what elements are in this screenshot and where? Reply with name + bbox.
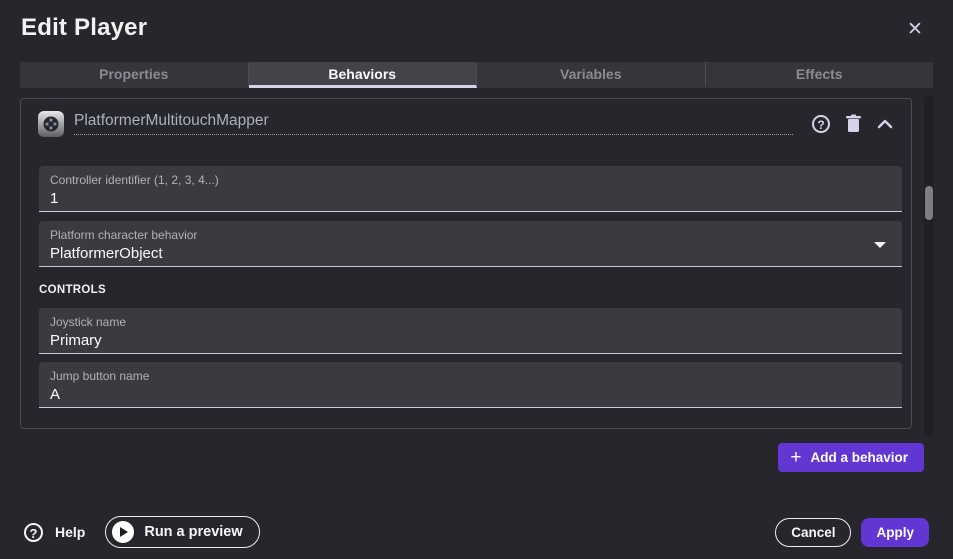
scrollbar-thumb[interactable]: [925, 186, 933, 220]
help-circle-icon: ?: [24, 523, 43, 542]
add-behavior-label: Add a behavior: [810, 450, 908, 465]
field-label: Jump button name: [50, 369, 890, 383]
help-label: Help: [55, 524, 85, 540]
run-preview-button[interactable]: Run a preview: [105, 516, 259, 548]
gamepad-icon: [38, 111, 64, 137]
behavior-name-input[interactable]: PlatformerMultitouchMapper: [74, 112, 793, 135]
add-behavior-button[interactable]: + Add a behavior: [778, 443, 924, 472]
footer-bar: ? Help Run a preview Cancel Apply: [24, 516, 929, 548]
play-icon: [112, 521, 134, 543]
field-label: Controller identifier (1, 2, 3, 4...): [50, 173, 890, 187]
behavior-header-actions: ?: [809, 112, 897, 136]
trash-icon[interactable]: [841, 112, 865, 136]
controller-identifier-field[interactable]: Controller identifier (1, 2, 3, 4...) 1: [39, 166, 902, 212]
chevron-down-icon: [874, 242, 886, 248]
run-preview-label: Run a preview: [144, 524, 242, 540]
controls-section-label: CONTROLS: [39, 284, 911, 296]
help-icon[interactable]: ?: [809, 112, 833, 136]
tab-bar: Properties Behaviors Variables Effects: [20, 62, 933, 91]
joystick-name-field[interactable]: Joystick name Primary: [39, 308, 902, 354]
field-value: PlatformerObject: [50, 245, 890, 262]
add-behavior-row: + Add a behavior: [778, 443, 924, 472]
tab-properties[interactable]: Properties: [20, 62, 249, 88]
close-icon[interactable]: ✕: [903, 18, 927, 42]
edit-object-dialog: Edit Player ✕ Properties Behaviors Varia…: [0, 0, 953, 559]
jump-button-name-field[interactable]: Jump button name A: [39, 362, 902, 408]
field-value: Primary: [50, 332, 890, 349]
behavior-header: PlatformerMultitouchMapper ?: [38, 110, 897, 137]
footer-actions: Cancel Apply: [775, 518, 929, 547]
tab-effects[interactable]: Effects: [706, 62, 934, 88]
field-label: Platform character behavior: [50, 228, 890, 242]
plus-icon: +: [790, 451, 801, 465]
help-link[interactable]: ? Help: [24, 523, 85, 542]
vertical-scrollbar[interactable]: [924, 95, 934, 436]
page-title: Edit Player: [21, 14, 147, 42]
field-value: A: [50, 386, 890, 403]
chevron-up-icon[interactable]: [873, 112, 897, 136]
apply-button[interactable]: Apply: [861, 518, 929, 547]
field-value: 1: [50, 190, 890, 207]
tab-variables[interactable]: Variables: [477, 62, 706, 88]
tab-behaviors[interactable]: Behaviors: [249, 62, 478, 88]
field-label: Joystick name: [50, 315, 890, 329]
cancel-button[interactable]: Cancel: [775, 518, 851, 547]
behavior-panel: PlatformerMultitouchMapper ?: [20, 98, 912, 429]
platform-character-behavior-select[interactable]: Platform character behavior PlatformerOb…: [39, 221, 902, 267]
